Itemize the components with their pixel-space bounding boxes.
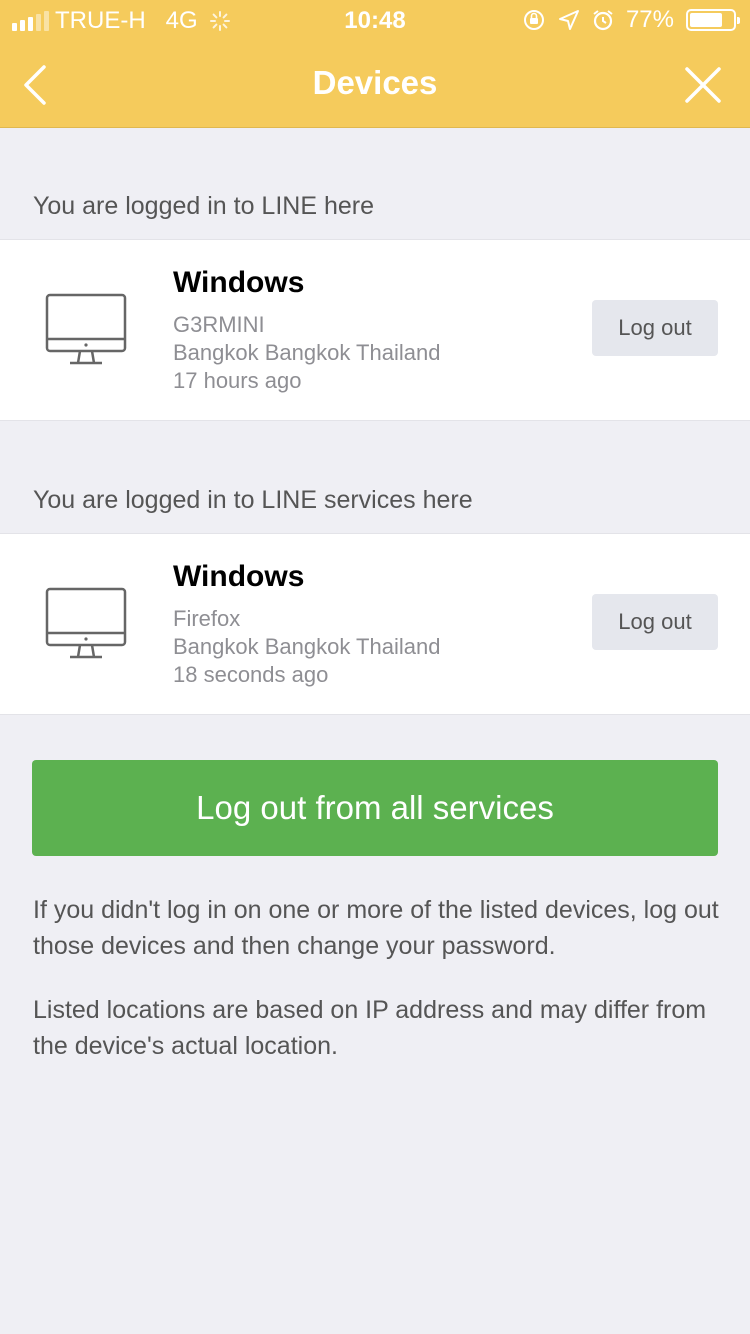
location-arrow-icon [558, 10, 579, 30]
device-card: Windows G3RMINI Bangkok Bangkok Thailand… [0, 239, 750, 421]
close-icon[interactable] [684, 66, 722, 104]
section-label-line: You are logged in to LINE here [33, 192, 374, 220]
device-last-active: 17 hours ago [173, 368, 302, 393]
logout-button[interactable]: Log out [592, 594, 718, 650]
section-label-line-services: You are logged in to LINE services here [33, 486, 473, 514]
device-detail: Firefox [173, 606, 241, 631]
status-right: 77% [522, 6, 740, 34]
device-detail: G3RMINI [173, 312, 265, 337]
battery-icon [686, 9, 740, 31]
logout-button[interactable]: Log out [592, 300, 718, 356]
device-card: Windows Firefox Bangkok Bangkok Thailand… [0, 533, 750, 715]
device-last-active: 18 seconds ago [173, 662, 329, 687]
desktop-monitor-icon [45, 587, 127, 659]
orientation-lock-icon [523, 10, 544, 30]
device-name: Windows [173, 560, 305, 593]
alarm-icon [593, 10, 613, 31]
desktop-monitor-icon [45, 293, 127, 365]
device-location: Bangkok Bangkok Thailand [173, 340, 441, 365]
battery-percent: 77% [625, 6, 674, 33]
app-header: TRUE-H 4G 10:48 77% Devices [0, 0, 750, 128]
page-title: Devices [312, 64, 438, 101]
security-note: If you didn't log in on one or more of t… [33, 896, 719, 960]
status-bar: TRUE-H 4G 10:48 77% [0, 0, 750, 40]
nav-bar: Devices [0, 40, 750, 128]
logout-all-button[interactable]: Log out from all services [32, 760, 718, 856]
device-name: Windows [173, 266, 305, 299]
location-note: Listed locations are based on IP address… [33, 996, 707, 1060]
device-location: Bangkok Bangkok Thailand [173, 634, 441, 659]
